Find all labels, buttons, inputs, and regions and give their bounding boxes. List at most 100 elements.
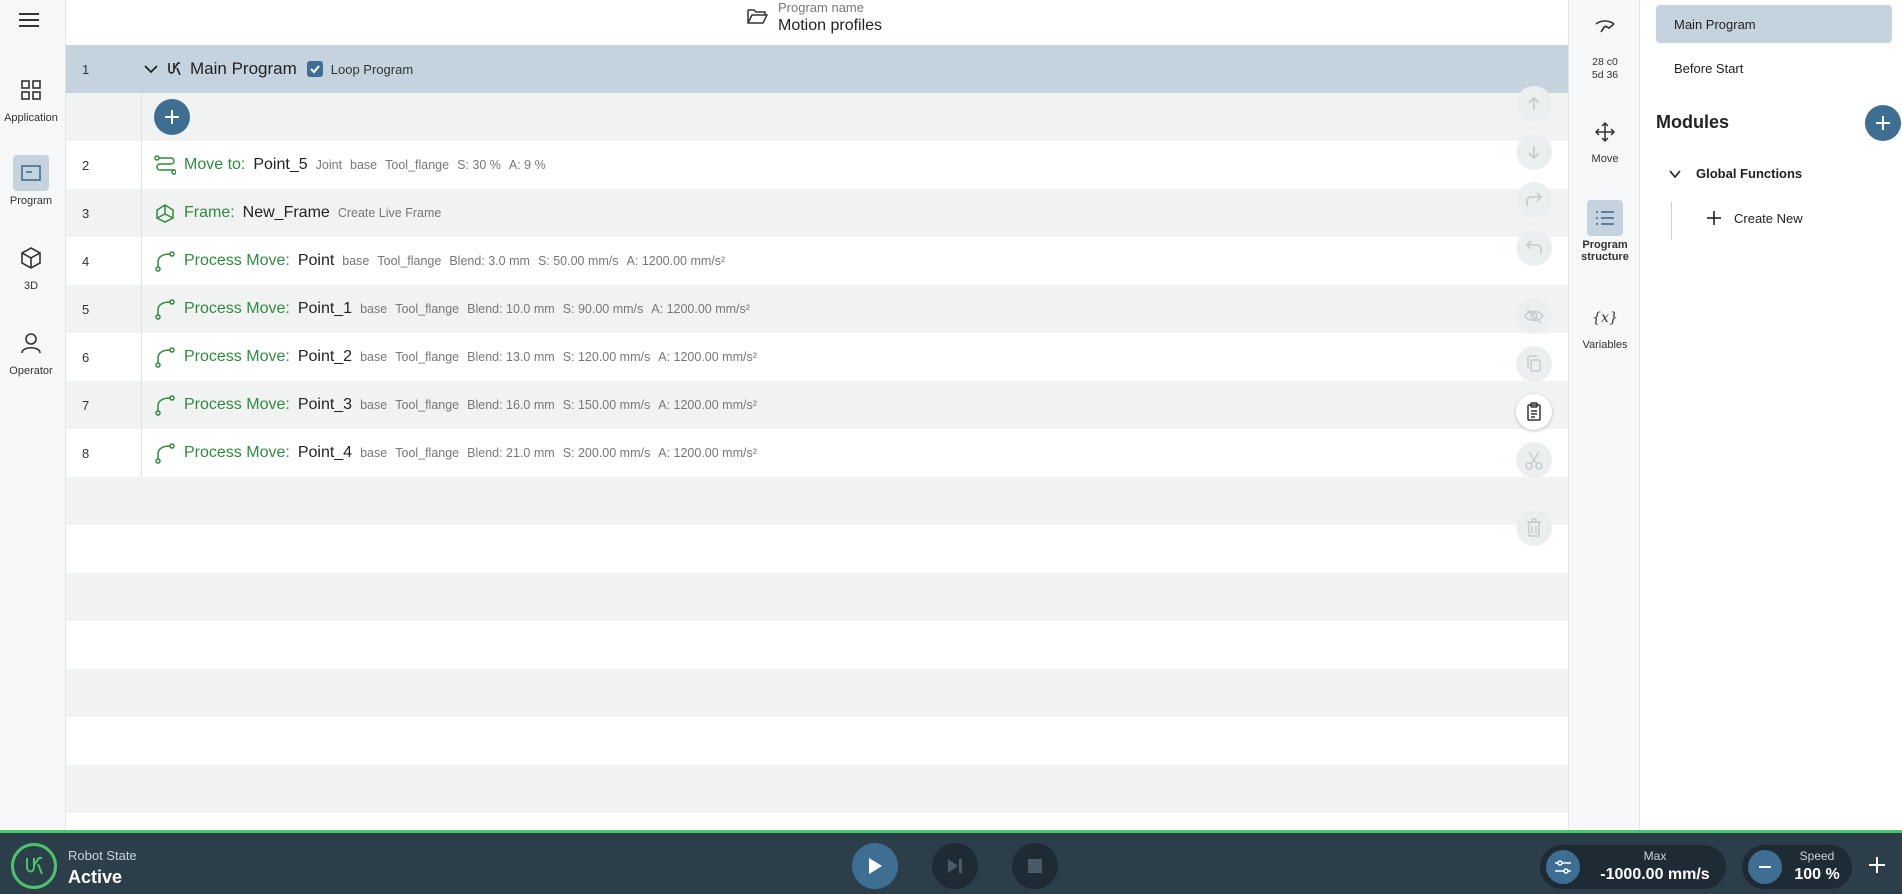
command-target: New_Frame	[242, 204, 330, 221]
nav-item-label: Operator	[9, 365, 53, 377]
command-attribute: S: 150.00 mm/s	[562, 398, 651, 412]
program-node-process-move[interactable]: 8 Process Move: Point_4 base Tool_flange…	[66, 429, 1568, 477]
add-node-button[interactable]	[154, 99, 190, 135]
command-type: Frame:	[184, 204, 235, 221]
robot-connection-button[interactable]	[1569, 18, 1641, 41]
hide-button[interactable]	[1516, 298, 1552, 334]
move-up-button[interactable]	[1516, 86, 1552, 122]
program-node-main[interactable]: 1 Main Program Loop Program	[66, 45, 1568, 93]
command-attribute: base	[360, 350, 388, 364]
speed-slider-control: Speed 100 %	[1742, 845, 1852, 889]
redo-button[interactable]	[1516, 182, 1552, 218]
empty-row	[66, 717, 1568, 765]
line-number: 4	[66, 237, 142, 285]
command-attribute: S: 120.00 mm/s	[562, 350, 651, 364]
line-number: 7	[66, 381, 142, 429]
copy-button[interactable]	[1516, 346, 1552, 382]
tool-move[interactable]: Move	[1569, 114, 1641, 165]
frame-icon	[156, 204, 174, 223]
process-move-icon	[155, 299, 175, 320]
redo-icon	[1526, 192, 1543, 206]
command-target: Point_4	[297, 444, 353, 461]
global-functions-node[interactable]: Global Functions	[1668, 166, 1802, 181]
command-attribute: Joint	[315, 158, 343, 172]
command-target: Point_2	[297, 348, 353, 365]
command-attribute: Tool_flange	[395, 446, 460, 460]
tool-strip: 28 c0 5d 36 Move Program structure {x} V…	[1568, 0, 1640, 830]
speed-increase-button[interactable]	[1862, 850, 1892, 880]
command-attribute: A: 1200.00 mm/s²	[658, 398, 757, 412]
play-button[interactable]	[852, 843, 898, 889]
max-speed-control: Max -1000.00 mm/s	[1540, 845, 1726, 889]
chevron-down-icon	[1669, 169, 1681, 178]
program-node-process-move[interactable]: 7 Process Move: Point_3 base Tool_flange…	[66, 381, 1568, 429]
nav-item-label: 3D	[23, 280, 39, 292]
program-node-move[interactable]: 2 Move to: Point_5 Joint base Tool_flang…	[66, 141, 1568, 189]
cube-icon	[13, 240, 49, 276]
ur-logo-icon[interactable]	[11, 843, 57, 889]
command-attribute: Blend: 3.0 mm	[449, 254, 530, 268]
command-attribute: Tool_flange	[377, 254, 442, 268]
nav-item-application[interactable]: Application	[0, 72, 62, 124]
left-nav: Application Program 3D Operator	[0, 0, 66, 830]
speed-settings-button[interactable]	[1546, 850, 1580, 884]
command-attribute: S: 90.00 mm/s	[562, 302, 644, 316]
cut-button[interactable]	[1516, 442, 1552, 478]
tab-before-start[interactable]: Before Start	[1656, 49, 1892, 87]
delete-button[interactable]	[1516, 510, 1552, 546]
menu-icon[interactable]	[19, 9, 43, 31]
grid-icon	[13, 72, 49, 108]
program-window-icon	[13, 155, 49, 191]
nav-item-operator[interactable]: Operator	[0, 325, 62, 377]
program-tree: 1 Main Program Loop Program 2 Move to: P…	[66, 45, 1568, 830]
program-header: Program name Motion profiles	[66, 0, 1568, 45]
undo-button[interactable]	[1516, 230, 1552, 266]
speed-decrease-button[interactable]	[1748, 850, 1782, 884]
loop-program-label: Loop Program	[330, 61, 414, 77]
loop-program-checkbox[interactable]	[306, 61, 323, 77]
program-node-process-move[interactable]: 6 Process Move: Point_2 base Tool_flange…	[66, 333, 1568, 381]
robot-state-label: Robot State	[68, 848, 137, 863]
ur-logo-icon	[168, 62, 181, 76]
speed-label: Speed	[1799, 849, 1835, 863]
create-new-function[interactable]: Create New	[1706, 210, 1803, 226]
program-name[interactable]: Motion profiles	[778, 17, 882, 35]
command-attribute: Create Live Frame	[337, 206, 442, 220]
command-attribute: A: 1200.00 mm/s²	[651, 302, 750, 316]
tab-main-program[interactable]: Main Program	[1656, 5, 1892, 43]
plus-icon	[1707, 211, 1721, 225]
stop-icon	[1028, 859, 1042, 873]
program-node-process-move[interactable]: 5 Process Move: Point_1 base Tool_flange…	[66, 285, 1568, 333]
nav-item-program[interactable]: Program	[0, 155, 62, 207]
status-bar: Robot State Active Max -1000.00 mm/s Spe…	[0, 830, 1902, 894]
add-module-button[interactable]	[1865, 105, 1901, 141]
step-button[interactable]	[932, 843, 978, 889]
list-icon	[1587, 200, 1623, 236]
empty-row	[66, 621, 1568, 669]
robot-state-value: Active	[68, 867, 123, 887]
tool-variables[interactable]: {x} Variables	[1569, 300, 1641, 351]
chevron-down-icon[interactable]	[142, 60, 160, 78]
check-icon	[310, 65, 320, 74]
tool-program-structure[interactable]: Program structure	[1569, 200, 1641, 263]
scissors-icon	[1525, 451, 1543, 470]
move-down-button[interactable]	[1516, 134, 1552, 170]
command-attribute: Blend: 16.0 mm	[467, 398, 555, 412]
command-attribute: Tool_flange	[395, 302, 460, 316]
right-panel: Main Program Before Start Modules	[1640, 0, 1902, 830]
program-node-frame[interactable]: 3 Frame: New_Frame Create Live Frame	[66, 189, 1568, 237]
command-attribute: S: 30 %	[457, 158, 501, 172]
stop-button[interactable]	[1012, 843, 1058, 889]
folder-open-icon[interactable]	[746, 6, 768, 26]
copy-icon	[1527, 355, 1541, 372]
command-attribute: S: 50.00 mm/s	[537, 254, 619, 268]
add-node-row	[66, 93, 1568, 141]
paste-button[interactable]	[1516, 394, 1552, 430]
nav-item-3d[interactable]: 3D	[0, 240, 62, 292]
program-node-process-move[interactable]: 4 Process Move: Point base Tool_flange B…	[66, 237, 1568, 285]
command-type: Process Move:	[184, 300, 290, 317]
max-label: Max	[1643, 849, 1667, 863]
line-number: 5	[66, 285, 142, 333]
line-number: 3	[66, 189, 142, 237]
trash-icon	[1527, 518, 1541, 537]
